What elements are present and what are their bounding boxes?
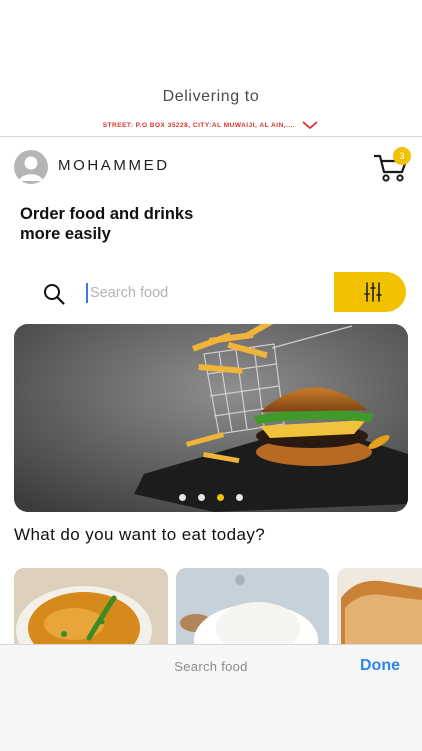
search-icon — [44, 284, 65, 305]
sliders-icon — [364, 282, 382, 302]
carousel-dot[interactable] — [198, 494, 205, 501]
burger-fries-image — [14, 324, 408, 512]
search-input[interactable] — [86, 283, 320, 303]
headline-line-1: Order food and drinks — [20, 205, 194, 223]
done-button[interactable]: Done — [360, 657, 400, 675]
cart-count-badge: 3 — [393, 147, 411, 165]
headline-line-2: more easily — [20, 225, 111, 243]
keyboard-field-label: Search food — [174, 659, 248, 674]
section-title: What do you want to eat today? — [14, 525, 266, 544]
address-selector[interactable]: STREET: P.O BOX 35228, CITY:AL MUWAIJI, … — [0, 118, 422, 132]
page-headline: Order food and drinks more easily — [20, 204, 280, 244]
user-name: MOHAMMED — [58, 157, 170, 174]
user-icon — [19, 156, 43, 181]
header-divider — [0, 136, 422, 137]
delivering-to-label: Delivering to — [162, 88, 260, 105]
avatar[interactable] — [14, 150, 48, 184]
promo-banner[interactable] — [14, 324, 408, 512]
carousel-dot[interactable] — [236, 494, 243, 501]
chevron-down-icon — [302, 121, 318, 130]
carousel-dot[interactable] — [179, 494, 186, 501]
filter-button[interactable] — [334, 272, 406, 312]
carousel-indicator — [0, 494, 422, 504]
carousel-dot-active[interactable] — [217, 494, 224, 501]
delivery-address: STREET: P.O BOX 35228, CITY:AL MUWAIJI, … — [102, 121, 296, 129]
